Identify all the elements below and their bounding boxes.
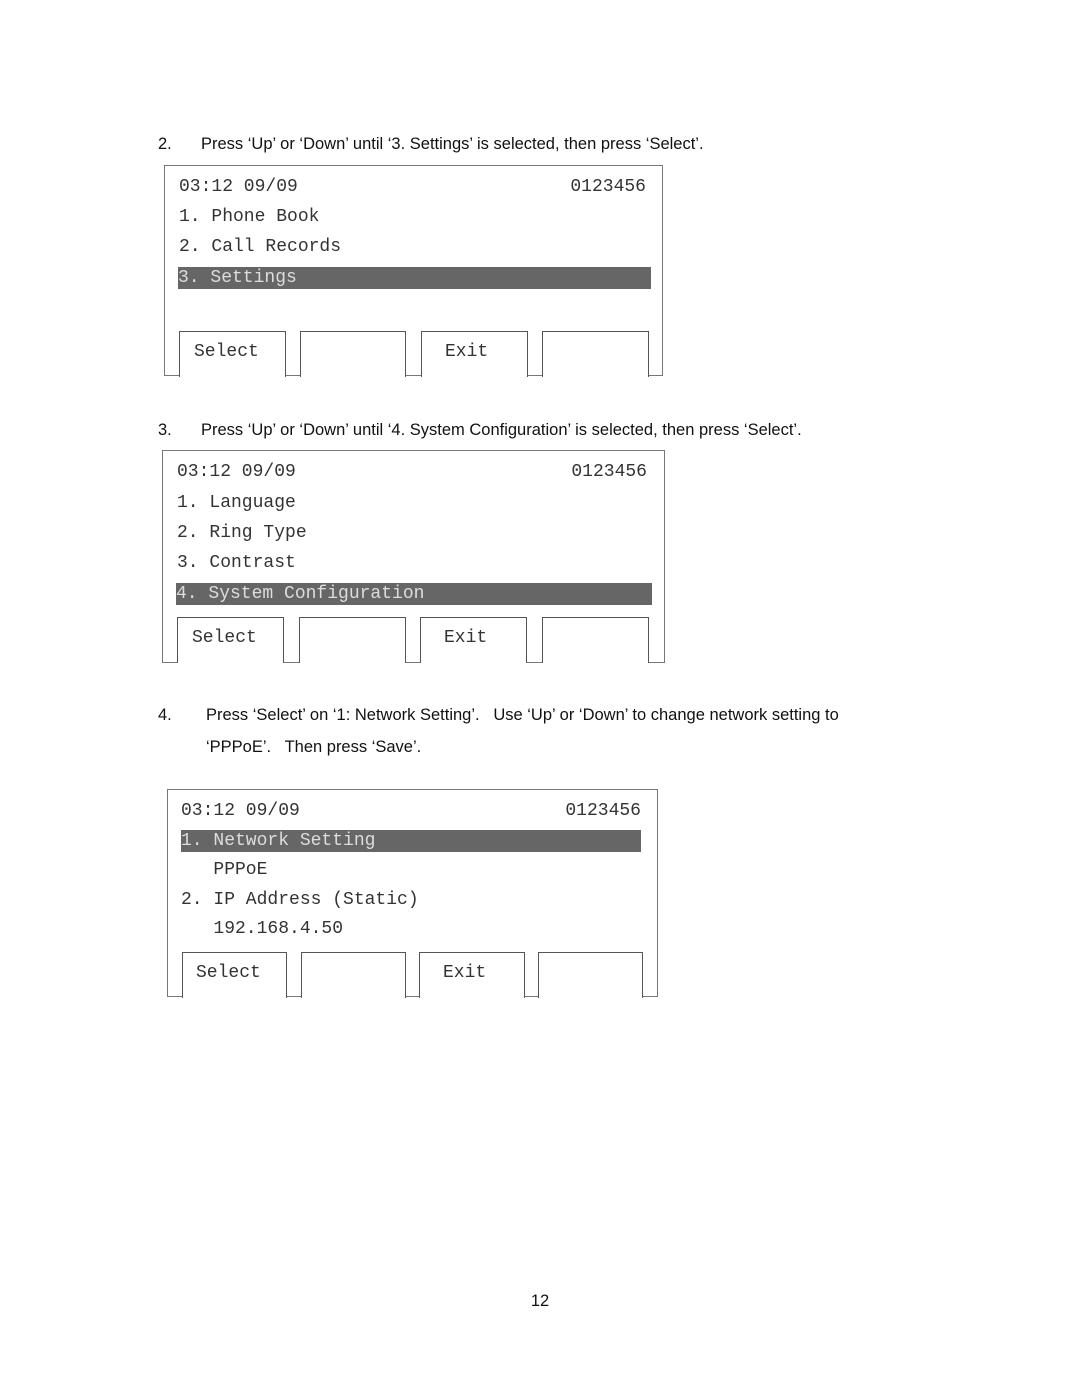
page-number: 12	[530, 1292, 550, 1310]
menu-item-contrast[interactable]: 3. Contrast	[177, 552, 296, 574]
softkey-exit[interactable]: Exit	[419, 952, 525, 998]
phone-screen-main-menu: 03:12 09/09 0123456 1. Phone Book 2. Cal…	[164, 165, 663, 377]
softkey-select[interactable]: Select	[182, 952, 287, 998]
screen-time-date: 03:12 09/09	[177, 462, 296, 482]
softkey-4[interactable]	[542, 331, 649, 377]
network-setting-value: PPPoE	[181, 860, 268, 880]
screen-time-date: 03:12 09/09	[179, 177, 298, 197]
screen-time-date: 03:12 09/09	[181, 801, 300, 821]
step-text: Press ‘Select’ on ‘1: Network Setting’. …	[206, 706, 839, 724]
screen-number: 0123456	[565, 801, 641, 821]
softkey-select[interactable]: Select	[179, 331, 286, 377]
step-4: 4. Press ‘Select’ on ‘1: Network Setting…	[158, 699, 958, 763]
softkey-4[interactable]	[538, 952, 643, 998]
menu-item-ring-type[interactable]: 2. Ring Type	[177, 522, 307, 544]
softkey-select[interactable]: Select	[177, 617, 284, 663]
step-text: Press ‘Up’ or ‘Down’ until ‘3. Settings’…	[201, 135, 704, 153]
menu-item-call-records[interactable]: 2. Call Records	[179, 236, 341, 258]
softkey-exit[interactable]: Exit	[421, 331, 528, 377]
screen-number: 0123456	[571, 462, 647, 482]
softkey-2[interactable]	[299, 617, 406, 663]
menu-item-phone-book[interactable]: 1. Phone Book	[179, 206, 319, 228]
menu-item-system-configuration-selected[interactable]: 4. System Configuration	[176, 583, 652, 605]
phone-screen-settings-menu: 03:12 09/09 0123456 1. Language 2. Ring …	[162, 450, 665, 663]
step-text-line-2: ‘PPPoE’. Then press ‘Save’.	[206, 738, 422, 756]
softkey-4[interactable]	[542, 617, 649, 663]
menu-item-language[interactable]: 1. Language	[177, 492, 296, 514]
step-number: 4.	[158, 706, 172, 724]
menu-item-ip-address[interactable]: 2. IP Address (Static)	[181, 889, 419, 911]
softkey-2[interactable]	[300, 331, 406, 377]
step-text: Press ‘Up’ or ‘Down’ until ‘4. System Co…	[201, 421, 802, 439]
softkey-exit[interactable]: Exit	[420, 617, 527, 663]
menu-item-settings-selected[interactable]: 3. Settings	[178, 267, 651, 289]
ip-address-value: 192.168.4.50	[181, 919, 344, 939]
phone-screen-system-configuration: 03:12 09/09 0123456 1. Network Setting P…	[167, 789, 658, 998]
step-number: 3.	[158, 421, 172, 439]
softkey-2[interactable]	[301, 952, 406, 998]
step-number: 2.	[158, 135, 172, 153]
menu-item-network-setting-selected[interactable]: 1. Network Setting	[181, 830, 641, 852]
screen-number: 0123456	[570, 177, 646, 197]
